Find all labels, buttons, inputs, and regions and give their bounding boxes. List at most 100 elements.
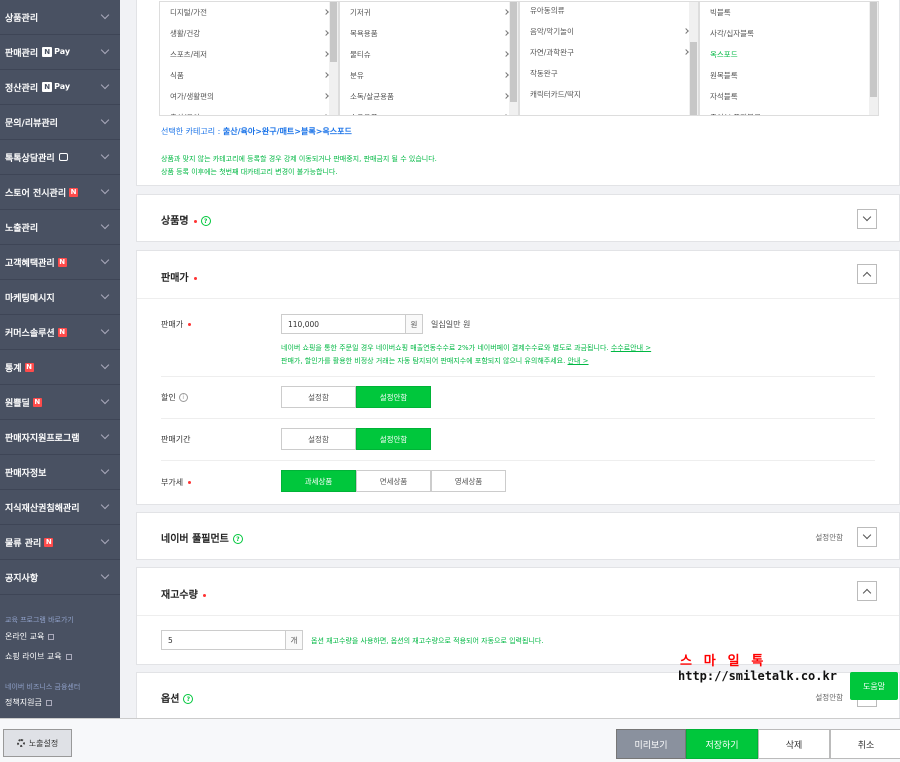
stock-title-label: 재고수량 — [161, 590, 198, 601]
fee-guide-link[interactable]: 수수료안내 > — [611, 344, 651, 352]
chevron-right-icon — [503, 51, 509, 57]
cancel-button[interactable]: 취소 — [830, 729, 900, 759]
category-item[interactable]: 원목블록 — [700, 65, 878, 86]
discount-set-button[interactable]: 설정함 — [281, 386, 356, 408]
product-name-expand-button[interactable] — [857, 209, 877, 229]
chevron-right-icon — [323, 93, 329, 99]
category-item[interactable]: 물티슈 — [340, 44, 518, 65]
category-item[interactable]: 옥스포드 — [700, 44, 878, 65]
stock-input[interactable]: 5 — [161, 630, 287, 650]
sidebar-item-label: 톡톡상담관리 — [5, 153, 55, 164]
preview-button[interactable]: 미리보기 — [616, 729, 686, 759]
sidebar-item[interactable]: 물류 관리 N — [0, 525, 120, 560]
category-item[interactable]: 빅블록 — [700, 2, 878, 23]
vat-label-text: 부가세 — [161, 478, 184, 487]
category-item[interactable]: 종이/스폰지블록 — [700, 107, 878, 115]
pay-badge-n: N — [42, 47, 53, 57]
period-set-button[interactable]: 설정함 — [281, 428, 356, 450]
display-settings-button[interactable]: 노출설정 — [3, 729, 72, 757]
category-item[interactable]: 유아동의류 — [520, 2, 698, 21]
naver-pay-badge: N Pay — [42, 47, 70, 57]
category-notice: 상품과 맞지 않는 카테고리에 등록할 경우 강제 이동되거나 판매중지, 판매… — [161, 153, 437, 179]
period-unset-button[interactable]: 설정안함 — [356, 428, 431, 450]
sidebar-item[interactable]: 고객혜택관리 N — [0, 245, 120, 280]
category-item[interactable]: 출산/육아 — [160, 107, 338, 115]
sidebar-item[interactable]: 스토어 전시관리 N — [0, 175, 120, 210]
sidebar-item[interactable]: 원쁠딜 N — [0, 385, 120, 420]
category-item-label: 유아동의류 — [530, 6, 565, 15]
sidebar-item[interactable]: 지식재산권침해관리 — [0, 490, 120, 525]
product-name-title-label: 상품명 — [161, 216, 189, 227]
chevron-right-icon — [683, 49, 689, 55]
sidebar-item[interactable]: 노출관리 — [0, 210, 120, 245]
sidebar-item[interactable]: 판매자지원프로그램 — [0, 420, 120, 455]
product-name-card: 상품명? — [136, 194, 900, 242]
sidebar-item-label: 물류 관리 — [5, 538, 42, 549]
category-item[interactable]: 기저귀 — [340, 2, 518, 23]
delete-button[interactable]: 삭제 — [758, 729, 830, 759]
category-item[interactable]: 음악/악기놀이 — [520, 21, 698, 42]
fulfillment-expand-button[interactable] — [857, 527, 877, 547]
category-item-label: 목욕용품 — [350, 29, 378, 38]
category-card: 디지털/가전생활/건강스포츠/레저식품여가/생활편의출산/육아 기저귀목욕용품물… — [136, 0, 900, 186]
category-item[interactable]: 소독/살균용품 — [340, 86, 518, 107]
category-item[interactable]: 목욕용품 — [340, 23, 518, 44]
scrollbar[interactable] — [869, 2, 878, 115]
category-item[interactable]: 사각/십자블록 — [700, 23, 878, 44]
category-notice-2: 상품 등록 이후에는 첫번째 대카테고리 변경이 불가능합니다. — [161, 168, 338, 176]
chevron-right-icon — [503, 9, 509, 15]
category-item[interactable]: 자석블록 — [700, 86, 878, 107]
save-button[interactable]: 저장하기 — [686, 729, 758, 759]
sidebar-item[interactable]: 마케팅메시지 — [0, 280, 120, 315]
sidebar-item[interactable]: 상품관리 — [0, 0, 120, 35]
category-item[interactable]: 생활/건강 — [160, 23, 338, 44]
category-item-label: 수유용품 — [350, 112, 378, 115]
price-collapse-button[interactable] — [857, 264, 877, 284]
chevron-down-icon — [100, 45, 110, 55]
sidebar-item[interactable]: 공지사항 — [0, 560, 120, 595]
divider — [161, 376, 875, 377]
new-badge: N — [57, 327, 67, 337]
price-input[interactable]: 110,000 — [281, 314, 407, 334]
category-item[interactable]: 스포츠/레저 — [160, 44, 338, 65]
vat-taxable-button[interactable]: 과세상품 — [281, 470, 356, 492]
vat-exempt-button[interactable]: 면세상품 — [356, 470, 431, 492]
category-item[interactable]: 작동완구 — [520, 63, 698, 84]
help-button[interactable]: 도움말 — [850, 672, 898, 700]
discount-unset-button[interactable]: 설정안함 — [356, 386, 431, 408]
category-item-label: 옥스포드 — [710, 50, 738, 59]
category-item[interactable]: 수유용품 — [340, 107, 518, 115]
sidebar-item[interactable]: 커머스솔루션 N — [0, 315, 120, 350]
sidebar-item[interactable]: 판매자정보 — [0, 455, 120, 490]
help-icon[interactable]: ? — [183, 694, 194, 704]
category-item[interactable]: 식품 — [160, 65, 338, 86]
vat-zero-button[interactable]: 영세상품 — [431, 470, 506, 492]
finance-policy-link[interactable]: 정책지원금 — [0, 697, 120, 708]
main-content: 디지털/가전생활/건강스포츠/레저식품여가/생활편의출산/육아 기저귀목욕용품물… — [136, 0, 900, 720]
scrollbar[interactable] — [329, 2, 338, 115]
category-item[interactable]: 분유 — [340, 65, 518, 86]
guide-link[interactable]: 안내 > — [568, 357, 589, 365]
sidebar-item-label: 스토어 전시관리 — [5, 188, 67, 199]
category-item-label: 디지털/가전 — [170, 8, 208, 17]
category-item[interactable]: 자연/과학완구 — [520, 42, 698, 63]
sidebar-item[interactable]: 문의/리뷰관리 — [0, 105, 120, 140]
sidebar-item[interactable]: 톡톡상담관리 — [0, 140, 120, 175]
sidebar-item[interactable]: 통계 N — [0, 350, 120, 385]
category-item[interactable]: 여가/생활편의 — [160, 86, 338, 107]
category-item[interactable]: 디지털/가전 — [160, 2, 338, 23]
edu-online-link[interactable]: 온라인 교육 — [0, 631, 120, 642]
new-badge: N — [44, 537, 54, 547]
sidebar-item[interactable]: 판매관리 N Pay — [0, 35, 120, 70]
edu-live-link[interactable]: 쇼핑 라이브 교육 — [0, 651, 120, 662]
help-icon[interactable]: ? — [232, 534, 243, 544]
info-icon[interactable]: i — [178, 393, 188, 402]
scrollbar[interactable] — [509, 2, 518, 115]
scrollbar[interactable] — [689, 2, 698, 115]
sidebar-item[interactable]: 정산관리 N Pay — [0, 70, 120, 105]
help-icon[interactable]: ? — [200, 216, 211, 226]
category-item[interactable]: 캐릭터카드/딱지 — [520, 84, 698, 105]
stock-collapse-button[interactable] — [857, 581, 877, 601]
category-item-label: 빅블록 — [710, 8, 731, 17]
price-unit: 원 — [405, 314, 423, 334]
